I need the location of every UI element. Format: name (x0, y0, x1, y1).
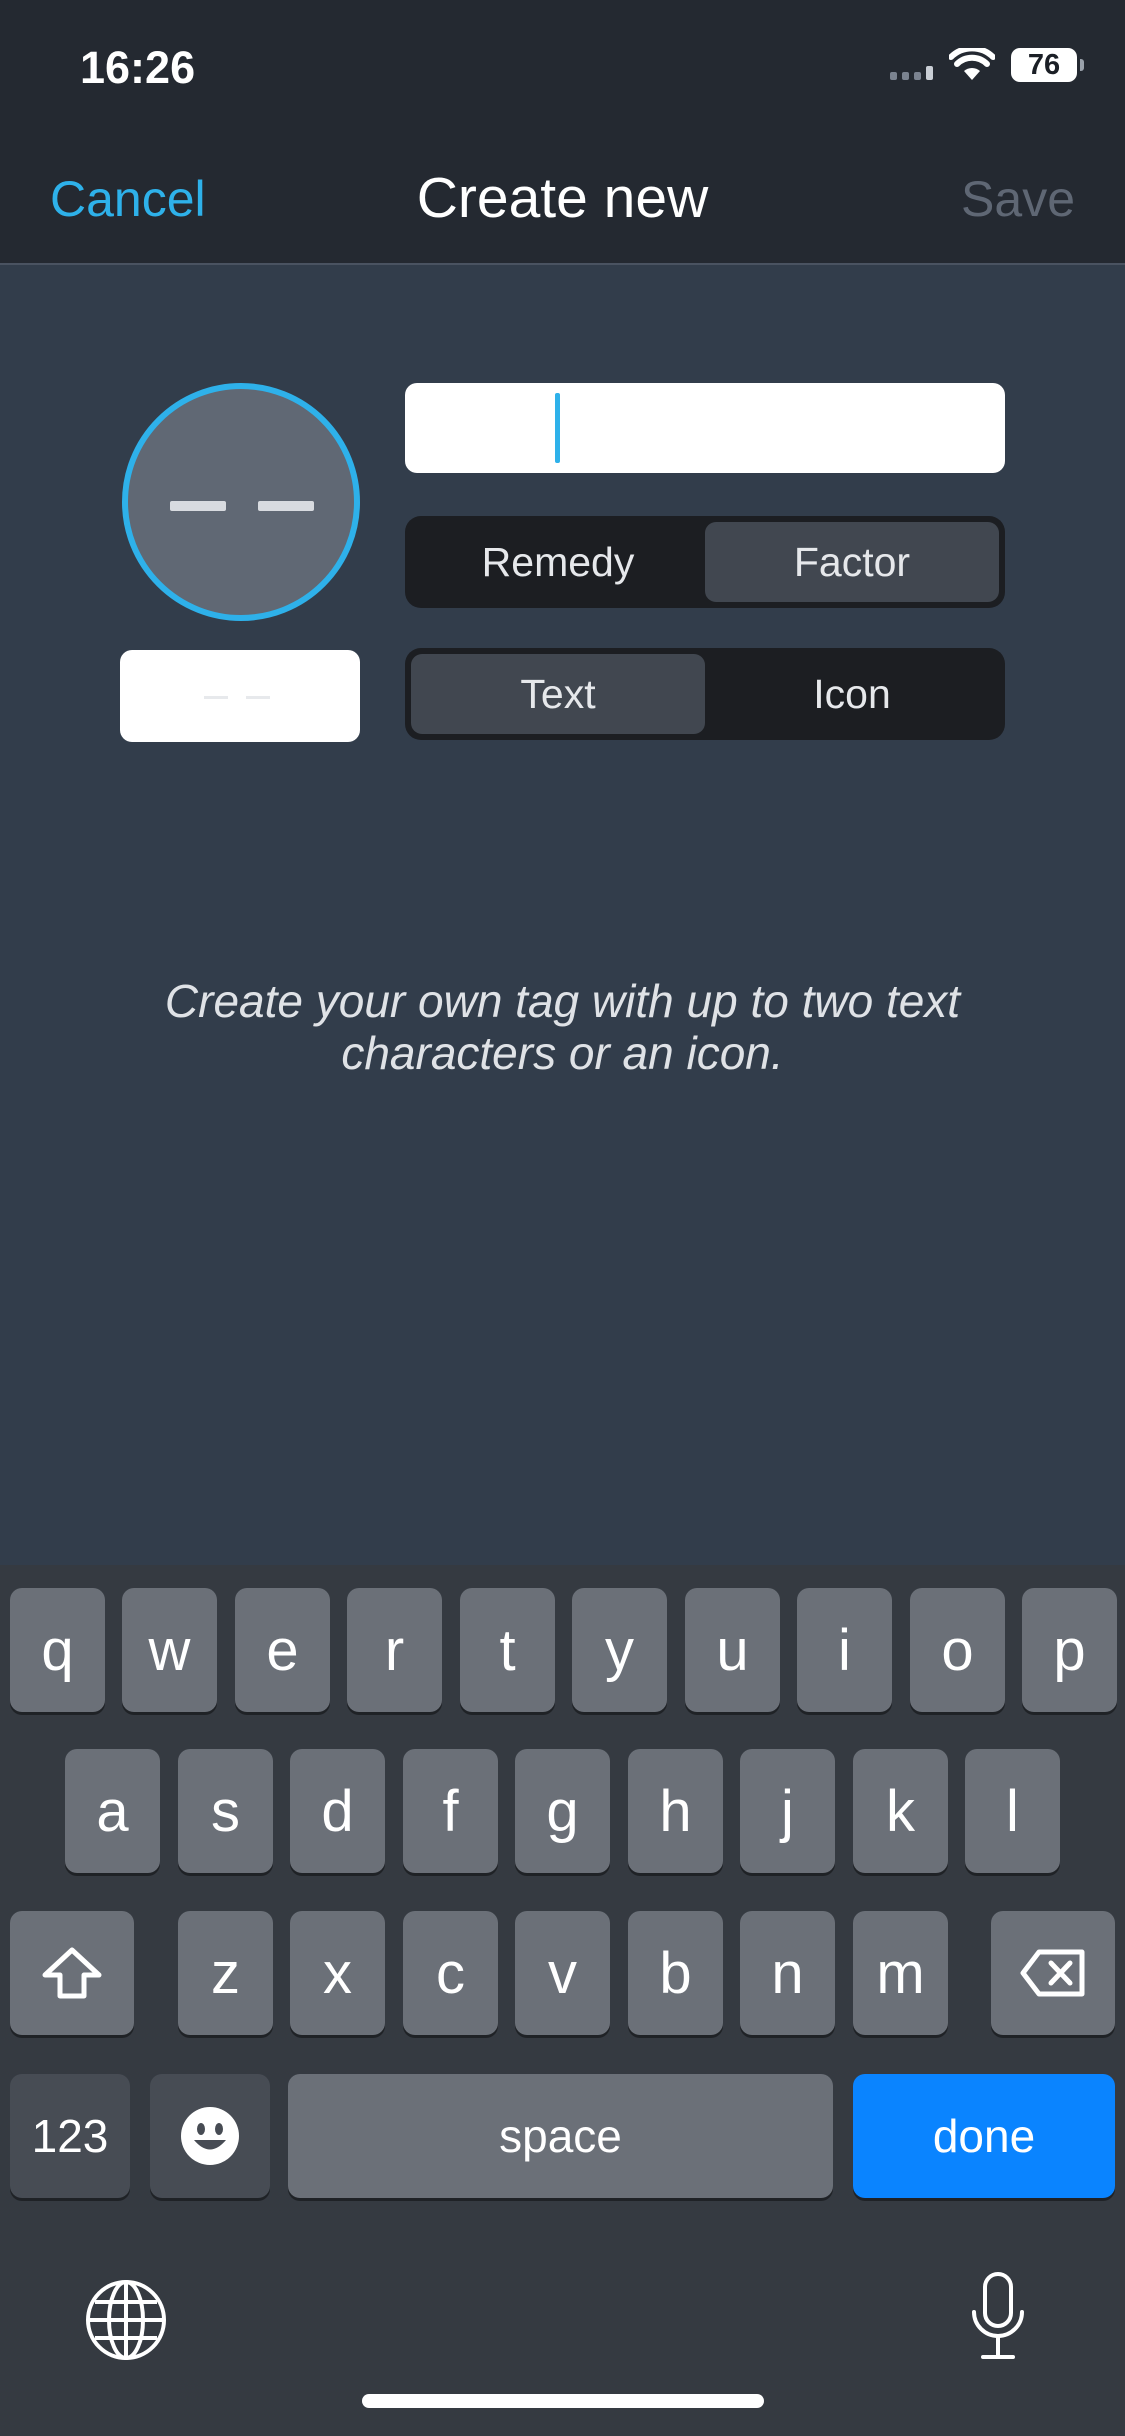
key-u[interactable]: u (685, 1588, 780, 1712)
key-t[interactable]: t (460, 1588, 555, 1712)
key-b[interactable]: b (628, 1911, 723, 2035)
globe-icon[interactable] (84, 2278, 168, 2362)
save-button[interactable]: Save (961, 170, 1075, 228)
placeholder-dash (204, 696, 228, 699)
placeholder-dash (170, 501, 226, 511)
key-k[interactable]: k (853, 1749, 948, 1873)
top-bar: 16:26 76 Cancel Create new Save (0, 0, 1125, 265)
placeholder-dash (246, 696, 270, 699)
tag-characters-input[interactable] (120, 650, 360, 742)
key-j[interactable]: j (740, 1749, 835, 1873)
keyboard: q w e r t y u i o p a s d f g h j k l z … (0, 1565, 1125, 2436)
key-d[interactable]: d (290, 1749, 385, 1873)
option-icon[interactable]: Icon (705, 654, 999, 734)
placeholder-dash (258, 501, 314, 511)
key-g[interactable]: g (515, 1749, 610, 1873)
space-key[interactable]: space (288, 2074, 833, 2198)
option-text[interactable]: Text (411, 654, 705, 734)
key-w[interactable]: w (122, 1588, 217, 1712)
key-z[interactable]: z (178, 1911, 273, 2035)
wifi-icon (949, 48, 995, 80)
key-f[interactable]: f (403, 1749, 498, 1873)
screen: 16:26 76 Cancel Create new Save Remedy F… (0, 0, 1125, 2436)
key-s[interactable]: s (178, 1749, 273, 1873)
key-v[interactable]: v (515, 1911, 610, 2035)
tag-type-selector: Remedy Factor (405, 516, 1005, 608)
helper-line: Create your own tag with up to two text (164, 975, 961, 1027)
tag-name-input[interactable] (405, 383, 1005, 473)
option-remedy[interactable]: Remedy (411, 522, 705, 602)
tag-mode-selector: Text Icon (405, 648, 1005, 740)
emoji-icon (181, 2107, 239, 2165)
cellular-signal-icon (890, 50, 933, 80)
delete-icon (1020, 1949, 1085, 1997)
key-e[interactable]: e (235, 1588, 330, 1712)
key-l[interactable]: l (965, 1749, 1060, 1873)
delete-key[interactable] (991, 1911, 1115, 2035)
done-key[interactable]: done (853, 2074, 1115, 2198)
key-r[interactable]: r (347, 1588, 442, 1712)
microphone-icon[interactable] (968, 2270, 1028, 2362)
shift-icon (42, 1947, 102, 1999)
option-factor[interactable]: Factor (705, 522, 999, 602)
status-time: 16:26 (80, 42, 196, 93)
key-q[interactable]: q (10, 1588, 105, 1712)
key-c[interactable]: c (403, 1911, 498, 2035)
key-m[interactable]: m (853, 1911, 948, 2035)
shift-key[interactable] (10, 1911, 134, 2035)
key-p[interactable]: p (1022, 1588, 1117, 1712)
status-indicators: 76 (890, 48, 1084, 82)
battery-icon: 76 (1011, 48, 1084, 82)
text-cursor (555, 393, 560, 463)
tag-preview-circle (122, 383, 360, 621)
helper-text: Create your own tag with up to two text … (0, 975, 1125, 1079)
home-indicator[interactable] (362, 2394, 764, 2408)
key-n[interactable]: n (740, 1911, 835, 2035)
emoji-key[interactable] (150, 2074, 270, 2198)
page-title: Create new (416, 166, 709, 230)
key-h[interactable]: h (628, 1749, 723, 1873)
key-x[interactable]: x (290, 1911, 385, 2035)
key-i[interactable]: i (797, 1588, 892, 1712)
key-a[interactable]: a (65, 1749, 160, 1873)
key-o[interactable]: o (910, 1588, 1005, 1712)
numbers-key[interactable]: 123 (10, 2074, 130, 2198)
key-y[interactable]: y (572, 1588, 667, 1712)
helper-line: characters or an icon. (341, 1027, 784, 1079)
battery-level: 76 (1027, 48, 1061, 81)
